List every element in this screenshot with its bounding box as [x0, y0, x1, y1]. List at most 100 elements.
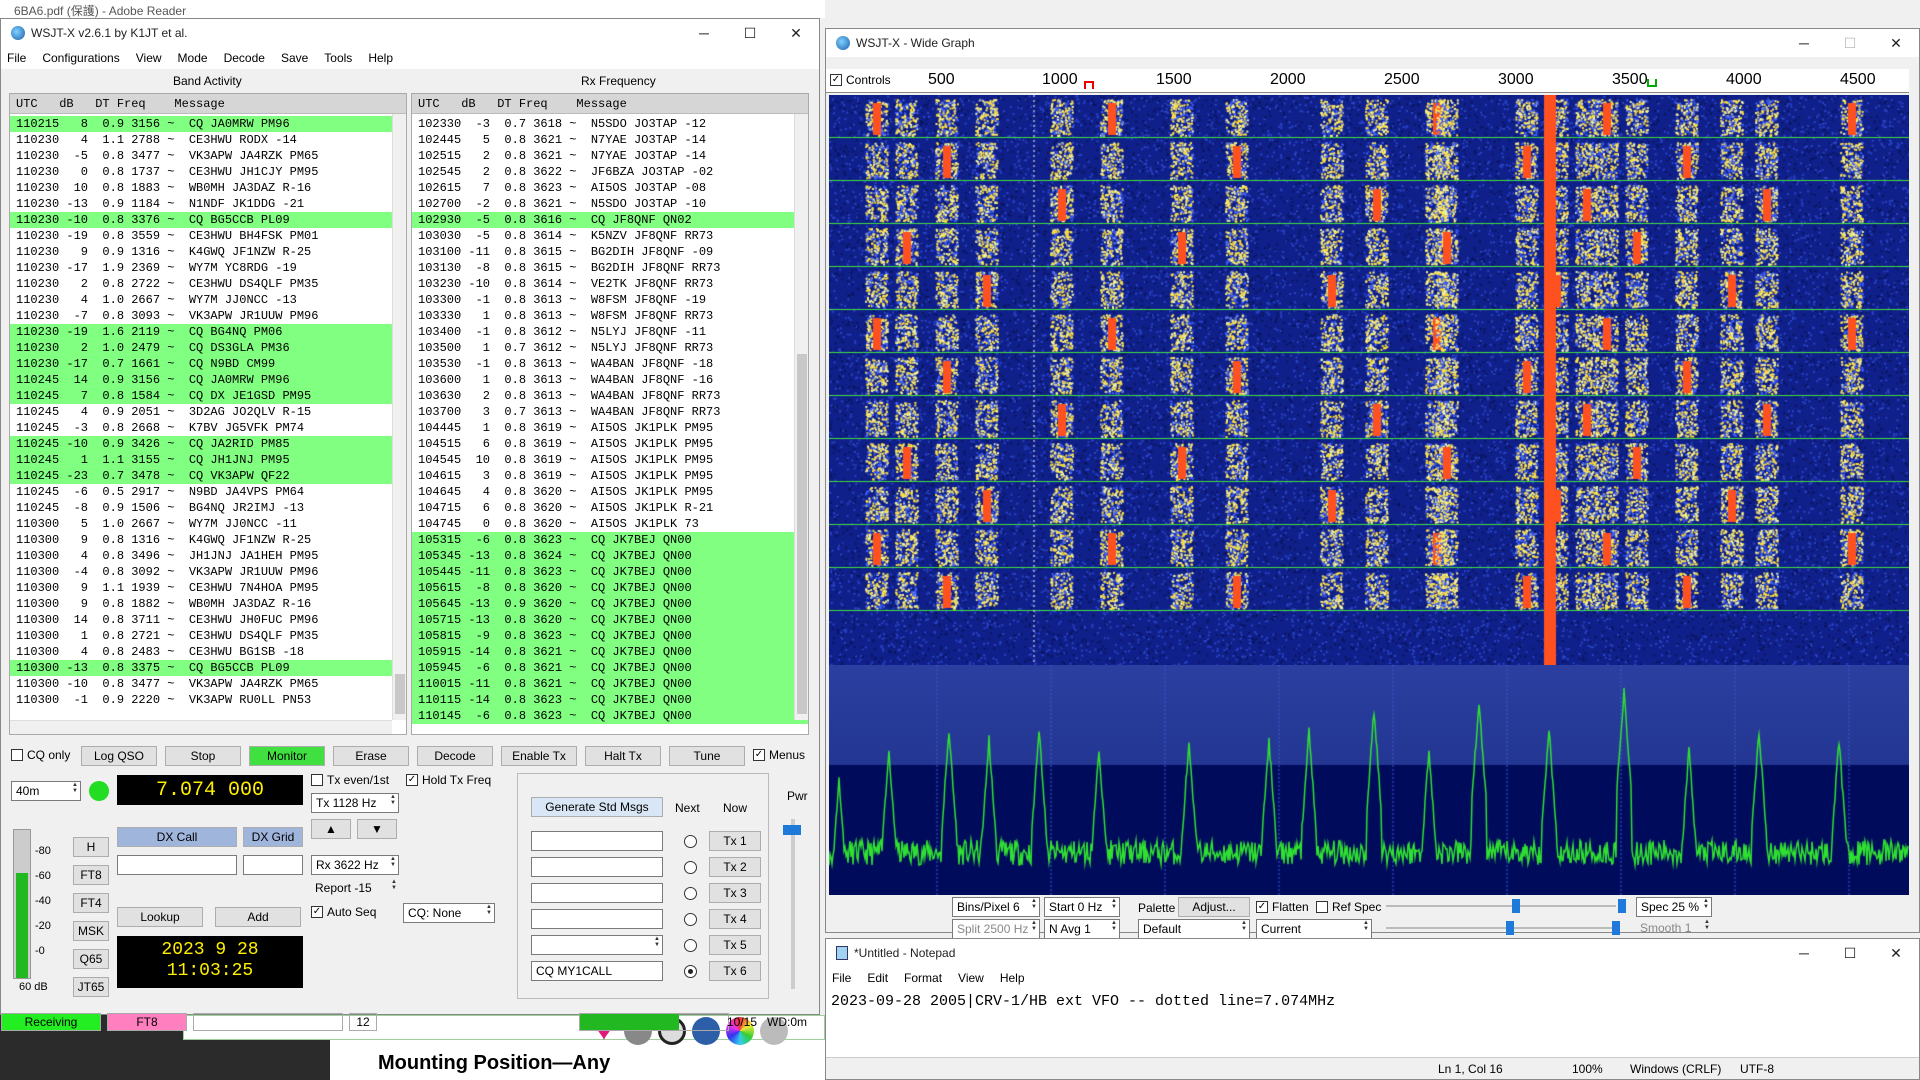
tx-freq-spinner[interactable]: Tx 1128 Hz	[311, 793, 399, 813]
rx-frequency-scrollbar[interactable]	[794, 114, 808, 720]
smooth-spinner[interactable]: Smooth 1	[1636, 919, 1712, 939]
rx-freq-spinner[interactable]: Rx 3622 Hz	[311, 855, 399, 875]
start-spinner[interactable]: Start 0 Hz	[1044, 897, 1120, 917]
tx4-message-input[interactable]	[531, 909, 663, 929]
rx-frequency-row[interactable]: 103030 -5 0.8 3614 ~ K5NZV JF8QNF RR73	[412, 228, 808, 244]
lookup-button[interactable]: Lookup	[117, 907, 203, 927]
band-activity-row[interactable]: 110230 -19 0.8 3559 ~ CE3HWU BH4FSK PM01	[10, 228, 406, 244]
band-activity-row[interactable]: 110230 -17 0.7 1661 ~ CQ N9BD CM99	[10, 356, 406, 372]
tx2-message-input[interactable]	[531, 857, 663, 877]
rx-frequency-row[interactable]: 103630 2 0.8 3613 ~ WA4BAN JF8QNF RR73	[412, 388, 808, 404]
ref-spec-checkbox[interactable]: Ref Spec	[1316, 900, 1381, 914]
controls-checkbox[interactable]: ✓ Controls	[830, 73, 891, 87]
band-activity-hscrollbar[interactable]	[10, 720, 392, 734]
palette-select[interactable]: Default	[1138, 919, 1250, 939]
rx-frequency-row[interactable]: 105645 -13 0.9 3620 ~ CQ JK7BEJ QN00	[412, 596, 808, 612]
rx-frequency-row[interactable]: 105615 -8 0.8 3620 ~ CQ JK7BEJ QN00	[412, 580, 808, 596]
band-activity-panel[interactable]: UTC dB DT Freq Message 110215 8 0.9 3156…	[9, 93, 407, 735]
frequency-scale[interactable]: ✓ Controls 500 1000 1500 2000 2500 3000 3500 400…	[826, 69, 1909, 93]
monitor-button[interactable]: Monitor	[249, 746, 325, 766]
band-activity-row[interactable]: 110245 4 0.9 2051 ~ 3D2AG JO2QLV R-15	[10, 404, 406, 420]
band-activity-row[interactable]: 110230 -10 0.8 3376 ~ CQ BG5CCB PL09	[10, 212, 406, 228]
tx3-message-input[interactable]	[531, 883, 663, 903]
cq-select[interactable]: CQ: None	[403, 903, 495, 923]
rx-frequency-row[interactable]: 102545 2 0.8 3622 ~ JF6BZA JO3TAP -02	[412, 164, 808, 180]
tx2-now-button[interactable]: Tx 2	[709, 857, 761, 877]
band-activity-row[interactable]: 110300 9 0.8 1882 ~ WB0MH JA3DAZ R-16	[10, 596, 406, 612]
spectrum-type-select[interactable]: Current	[1256, 919, 1372, 939]
band-activity-row[interactable]: 110230 9 0.9 1316 ~ K4GWQ JF1NZW R-25	[10, 244, 406, 260]
maximize-icon[interactable]: ☐	[1827, 945, 1873, 962]
band-activity-row[interactable]: 110230 4 1.0 2667 ~ WY7M JJ0NCC -13	[10, 292, 406, 308]
notepad-menu-help[interactable]: Help	[1000, 971, 1025, 985]
spectrum-gain-slider-handle[interactable]	[1506, 921, 1514, 935]
band-activity-row[interactable]: 110300 9 1.1 1939 ~ CE3HWU 7N4HOA PM95	[10, 580, 406, 596]
notepad-menu-format[interactable]: Format	[904, 971, 942, 985]
band-activity-row[interactable]: 110245 -23 0.7 3478 ~ CQ VK3APW QF22	[10, 468, 406, 484]
tx5-now-button[interactable]: Tx 5	[709, 935, 761, 955]
rx-frequency-row[interactable]: 105715 -13 0.8 3620 ~ CQ JK7BEJ QN00	[412, 612, 808, 628]
spectrum-display[interactable]	[829, 665, 1909, 895]
band-activity-row[interactable]: 110230 4 1.1 2788 ~ CE3HWU RODX -14	[10, 132, 406, 148]
spec-spinner[interactable]: Spec 25 %	[1636, 897, 1712, 917]
minimize-icon[interactable]: ─	[681, 25, 727, 41]
band-activity-row[interactable]: 110300 9 0.8 1316 ~ K4GWQ JF1NZW R-25	[10, 532, 406, 548]
report-spinner[interactable]: Report -15	[311, 879, 399, 899]
rx-frequency-row[interactable]: 103400 -1 0.8 3612 ~ N5LYJ JF8QNF -11	[412, 324, 808, 340]
band-activity-row[interactable]: 110245 7 0.8 1584 ~ CQ DX JE1GSD PM95	[10, 388, 406, 404]
tx2-next-radio[interactable]	[684, 861, 697, 874]
rx-frequency-list[interactable]: 102330 -3 0.7 3618 ~ N5SDO JO3TAP -12 102…	[412, 116, 808, 724]
split-spinner[interactable]: Split 2500 Hz	[952, 919, 1040, 939]
rx-frequency-row[interactable]: 103600 1 0.8 3613 ~ WA4BAN JF8QNF -16	[412, 372, 808, 388]
band-activity-scrollbar[interactable]	[392, 114, 406, 720]
band-activity-row[interactable]: 110245 1 1.1 3155 ~ CQ JH1JNJ PM95	[10, 452, 406, 468]
wsjtx-menu-file[interactable]: File	[7, 51, 26, 65]
tx4-next-radio[interactable]	[684, 913, 697, 926]
auto-seq-checkbox[interactable]: ✓ Auto Seq	[311, 905, 376, 919]
rx-frequency-row[interactable]: 104615 3 0.8 3619 ~ AI5OS JK1PLK PM95	[412, 468, 808, 484]
band-activity-row[interactable]: 110300 4 0.8 3496 ~ JH1JNJ JA1HEH PM95	[10, 548, 406, 564]
rx-frequency-row[interactable]: 102700 -2 0.8 3621 ~ N5SDO JO3TAP -10	[412, 196, 808, 212]
notepad-menu-view[interactable]: View	[958, 971, 984, 985]
band-activity-row[interactable]: 110230 -19 1.6 2119 ~ CQ BG4NQ PM06	[10, 324, 406, 340]
zero-slider-handle[interactable]	[1618, 899, 1626, 913]
band-activity-row[interactable]: 110300 4 0.8 2483 ~ CE3HWU BG1SB -18	[10, 644, 406, 660]
jt65-mode-button[interactable]: JT65	[73, 977, 109, 997]
wsjtx-menu-save[interactable]: Save	[281, 51, 308, 65]
band-activity-row[interactable]: 110300 5 1.0 2667 ~ WY7M JJ0NCC -11	[10, 516, 406, 532]
h-button[interactable]: H	[73, 837, 109, 857]
bins-pixel-spinner[interactable]: Bins/Pixel 6	[952, 897, 1040, 917]
close-icon[interactable]: ✕	[1873, 945, 1919, 962]
rx-frequency-row[interactable]: 104645 4 0.8 3620 ~ AI5OS JK1PLK PM95	[412, 484, 808, 500]
rx-frequency-row[interactable]: 102445 5 0.8 3621 ~ N7YAE JO3TAP -14	[412, 132, 808, 148]
wsjtx-menu-mode[interactable]: Mode	[178, 51, 208, 65]
tx1-message-input[interactable]	[531, 831, 663, 851]
tx1-now-button[interactable]: Tx 1	[709, 831, 761, 851]
band-activity-row[interactable]: 110300 14 0.8 3711 ~ CE3HWU JH0FUC PM96	[10, 612, 406, 628]
waterfall-display[interactable]	[829, 95, 1909, 665]
flatten-checkbox[interactable]: ✓ Flatten	[1256, 900, 1309, 914]
notepad-menu-file[interactable]: File	[832, 971, 851, 985]
tx3-now-button[interactable]: Tx 3	[709, 883, 761, 903]
halt-tx-button[interactable]: Halt Tx	[585, 746, 661, 766]
rx-frequency-row[interactable]: 103530 -1 0.8 3613 ~ WA4BAN JF8QNF -18	[412, 356, 808, 372]
rx-frequency-row[interactable]: 105945 -6 0.8 3621 ~ CQ JK7BEJ QN00	[412, 660, 808, 676]
pwr-slider-handle[interactable]	[783, 825, 801, 835]
band-activity-row[interactable]: 110245 -8 0.9 1506 ~ BG4NQ JR2IMJ -13	[10, 500, 406, 516]
menus-checkbox[interactable]: ✓ Menus	[753, 748, 805, 762]
rx-frequency-row[interactable]: 105315 -6 0.8 3623 ~ CQ JK7BEJ QN00	[412, 532, 808, 548]
tx3-next-radio[interactable]	[684, 887, 697, 900]
rx-frequency-row[interactable]: 103700 3 0.7 3613 ~ WA4BAN JF8QNF RR73	[412, 404, 808, 420]
rx-frequency-row[interactable]: 104745 0 0.8 3620 ~ AI5OS JK1PLK 73	[412, 516, 808, 532]
band-activity-row[interactable]: 110300 1 0.8 2721 ~ CE3HWU DS4QLF PM35	[10, 628, 406, 644]
band-activity-row[interactable]: 110230 -17 1.9 2369 ~ WY7M YC8RDG -19	[10, 260, 406, 276]
band-activity-row[interactable]: 110300 -10 0.8 3477 ~ VK3APW JA4RZK PM65	[10, 676, 406, 692]
dx-grid-input[interactable]	[243, 855, 303, 875]
notepad-text-area[interactable]: 2023-09-28 2005|CRV-1/HB ext VFO -- dott…	[831, 993, 1335, 1010]
wsjtx-menu-help[interactable]: Help	[368, 51, 393, 65]
cq-only-checkbox[interactable]: CQ only	[11, 748, 70, 762]
generate-std-msgs-button[interactable]: Generate Std Msgs	[531, 797, 663, 817]
tx1-next-radio[interactable]	[684, 835, 697, 848]
rx-frequency-row[interactable]: 104715 6 0.8 3620 ~ AI5OS JK1PLK R-21	[412, 500, 808, 516]
rx-frequency-row[interactable]: 110115 -14 0.8 3623 ~ CQ JK7BEJ QN00	[412, 692, 808, 708]
